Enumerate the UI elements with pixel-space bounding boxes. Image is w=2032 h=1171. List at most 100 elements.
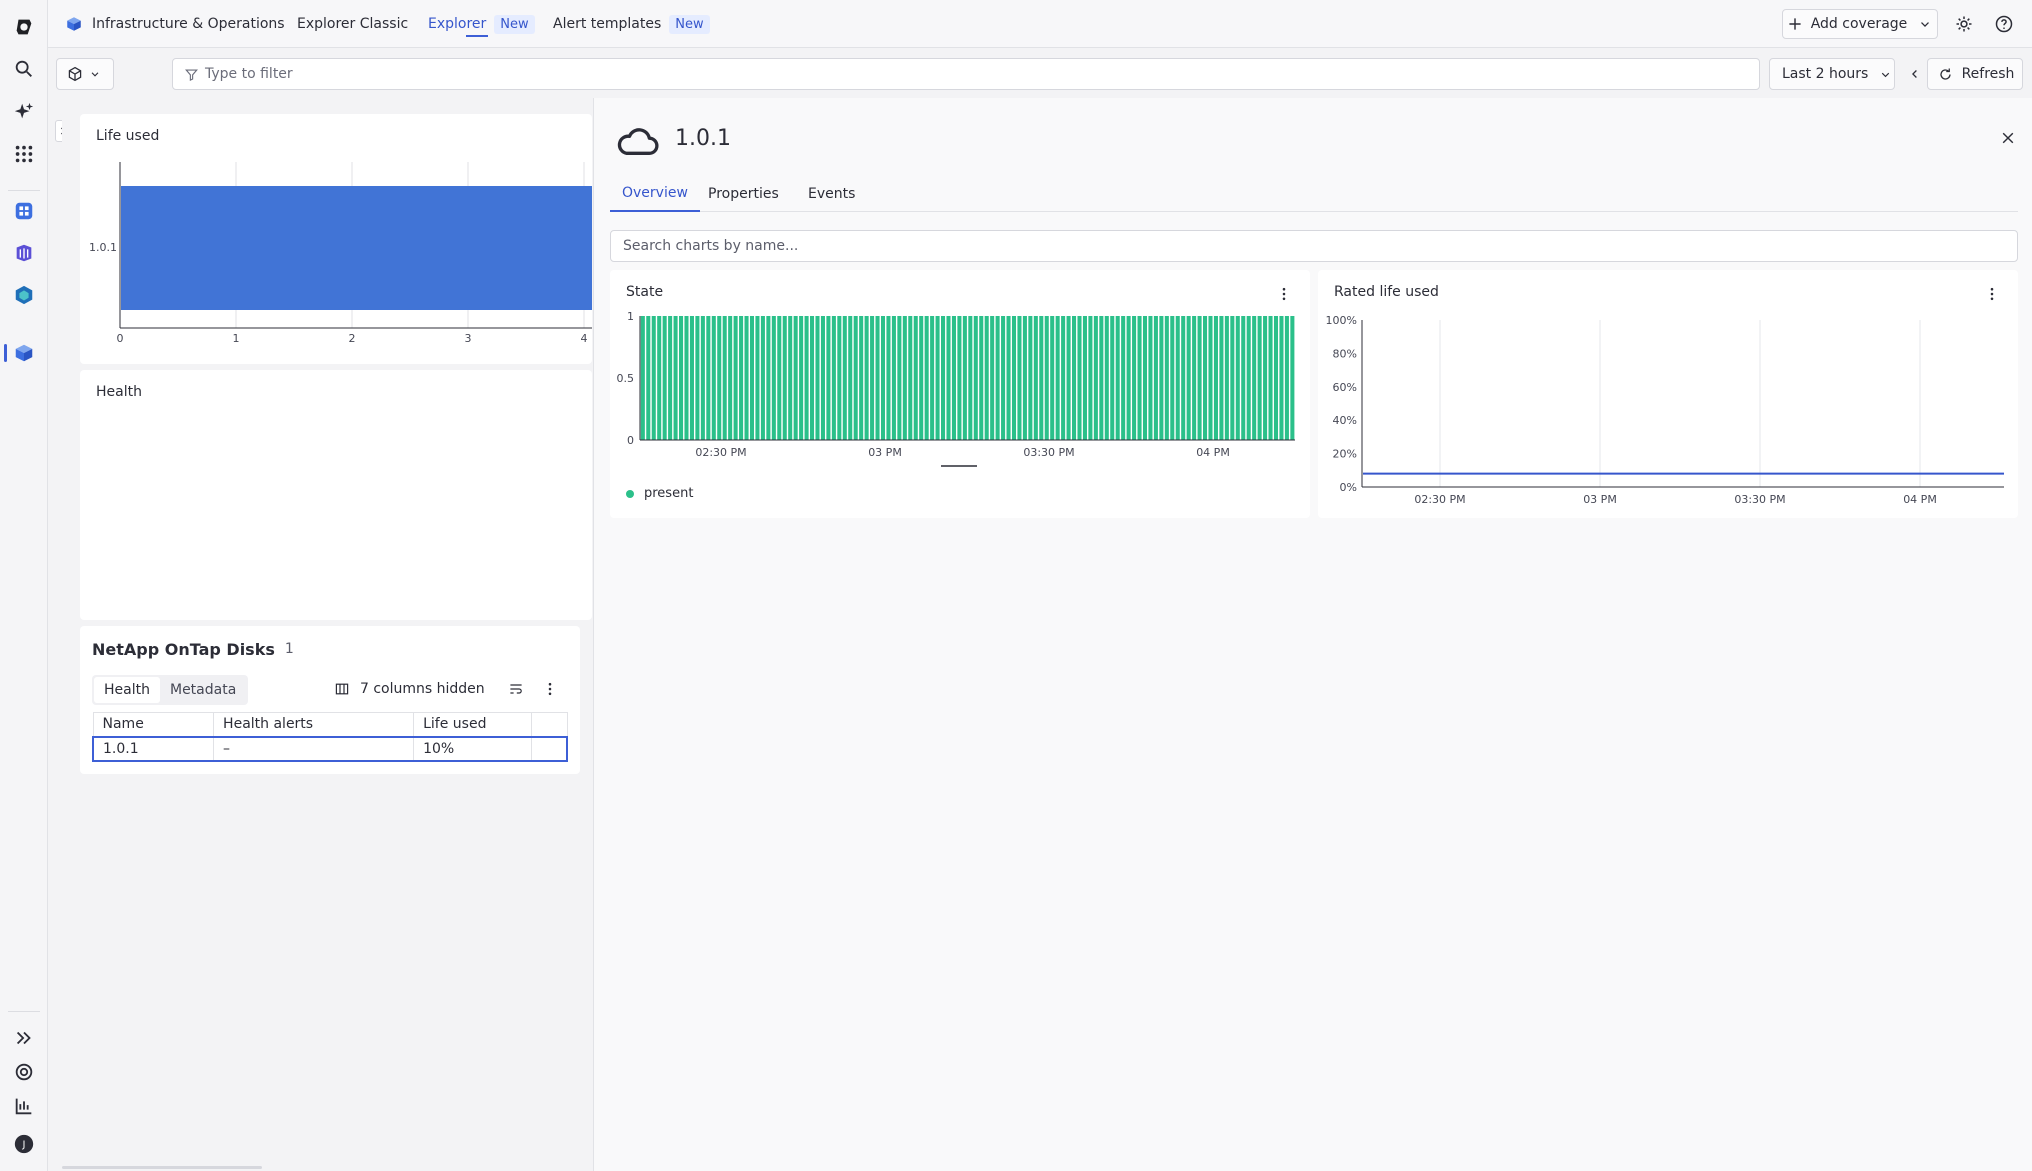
y-tick-label: 40% (1333, 414, 1357, 427)
state-bar (766, 316, 771, 440)
metadata-view-tab[interactable]: Metadata (160, 677, 246, 703)
state-bar (1203, 316, 1208, 440)
state-bar (853, 316, 858, 440)
legend-swatch (626, 489, 634, 498)
state-bar (902, 316, 907, 440)
state-bar (995, 316, 1000, 440)
state-bar (897, 316, 902, 440)
columns-icon (332, 679, 352, 699)
tab-explorer-classic[interactable]: Explorer Classic (297, 0, 408, 48)
legend-label: present (644, 486, 694, 501)
app-name: Infrastructure & Operations (92, 16, 285, 32)
state-bar (1006, 316, 1011, 440)
x-tick-label: 1 (233, 332, 240, 345)
state-bar (646, 316, 651, 440)
state-bar (1044, 316, 1049, 440)
app-title[interactable]: Infrastructure & Operations (64, 0, 285, 48)
y-tick-label: 60% (1333, 381, 1357, 394)
state-bar (1279, 316, 1284, 440)
tab-overview[interactable]: Overview (610, 176, 700, 212)
filter-funnel-icon (181, 64, 201, 84)
state-bar (1186, 316, 1191, 440)
expand-rail-icon[interactable] (12, 1026, 36, 1050)
chevron-down-icon (1915, 14, 1935, 34)
state-bar (1153, 316, 1158, 440)
column-header-life-used[interactable]: Life used (413, 712, 532, 737)
state-bar (706, 316, 711, 440)
state-bar (1050, 316, 1055, 440)
state-bar (815, 316, 820, 440)
dynatrace-logo-icon[interactable] (12, 15, 36, 39)
state-chart-card: State 1 0.5 0 02:30 PM 03 PM 03:30 PM 04 PM pr… (610, 270, 1310, 518)
state-bar (820, 316, 825, 440)
support-icon[interactable] (12, 1060, 36, 1084)
state-bar (722, 316, 727, 440)
tab-events[interactable]: Events (796, 176, 867, 212)
timeframe-selector[interactable]: Last 2 hours (1769, 58, 1895, 90)
state-bar (739, 316, 744, 440)
table-view-toggle: Health Metadata (92, 675, 249, 705)
notebooks-icon[interactable] (12, 241, 36, 265)
chart-search-input[interactable]: Search charts by name... (610, 230, 2018, 262)
y-tick-label: 1 (627, 310, 634, 323)
dashboards-icon[interactable] (12, 199, 36, 223)
state-bar (831, 316, 836, 440)
state-bar (1273, 316, 1279, 440)
help-icon[interactable] (1994, 14, 2014, 34)
whats-new-icon[interactable] (12, 1094, 36, 1118)
column-header-health-alerts[interactable]: Health alerts (213, 712, 415, 737)
cell-health-alerts: – (213, 735, 415, 762)
search-icon[interactable] (12, 57, 36, 81)
state-bar (1001, 316, 1006, 440)
cloud-icon (614, 124, 662, 160)
state-legend[interactable]: present (626, 486, 693, 501)
x-tick-label: 4 (581, 332, 588, 345)
rated-life-used-card: Rated life used 100% 80% 60% 40% 20% 0% 02:30 … (1318, 270, 2018, 518)
state-bar (662, 316, 667, 440)
refresh-button[interactable]: Refresh (1927, 58, 2023, 90)
state-bar (810, 316, 815, 440)
state-bar (837, 316, 842, 440)
tab-properties[interactable]: Properties (696, 176, 791, 212)
refresh-icon (1936, 64, 1956, 84)
filter-input[interactable]: Type to filter (172, 58, 1760, 90)
table-row[interactable]: 1.0.1 – 10% (92, 735, 568, 762)
infrastructure-operations-icon[interactable] (12, 341, 36, 365)
state-bar (891, 316, 896, 440)
state-bar (1257, 316, 1262, 440)
netapp-disks-table: Name Health alerts Life used 1.0.1 – 10% (92, 712, 568, 762)
state-bar (957, 316, 962, 440)
sparkle-icon[interactable] (12, 100, 36, 124)
horizontal-scrollbar[interactable] (62, 1166, 262, 1169)
state-bar (919, 316, 924, 440)
table-header: NetApp OnTap Disks 1 (92, 640, 294, 659)
state-bar (1028, 316, 1033, 440)
state-bar (799, 316, 804, 440)
kubernetes-icon[interactable] (12, 283, 36, 307)
state-bar (908, 316, 913, 440)
table-more-options-icon[interactable] (540, 679, 560, 699)
state-bar (695, 316, 700, 440)
state-bar (875, 316, 880, 440)
entity-type-selector[interactable] (56, 58, 114, 90)
state-bar (924, 316, 929, 440)
refresh-label: Refresh (1961, 66, 2015, 82)
state-bar (733, 316, 738, 440)
user-avatar-icon[interactable]: J (12, 1132, 36, 1156)
tab-explorer[interactable]: Explorer New (428, 0, 535, 48)
columns-hidden-button[interactable]: 7 columns hidden (332, 679, 485, 699)
close-icon[interactable] (1998, 128, 2018, 148)
state-bar (700, 316, 705, 440)
chevron-left-icon (1905, 64, 1925, 84)
app-rail: J (0, 0, 48, 1171)
add-coverage-button[interactable]: Add coverage (1782, 9, 1938, 39)
line-wrap-icon[interactable] (506, 679, 526, 699)
tab-alert-templates[interactable]: Alert templates New (553, 0, 710, 48)
settings-gear-icon[interactable] (1954, 14, 1974, 34)
apps-grid-icon[interactable] (12, 142, 36, 166)
state-bar (640, 316, 645, 440)
state-bar (771, 316, 776, 440)
health-view-tab[interactable]: Health (94, 677, 160, 703)
column-header-name[interactable]: Name (92, 712, 215, 737)
state-bar (1099, 316, 1104, 440)
